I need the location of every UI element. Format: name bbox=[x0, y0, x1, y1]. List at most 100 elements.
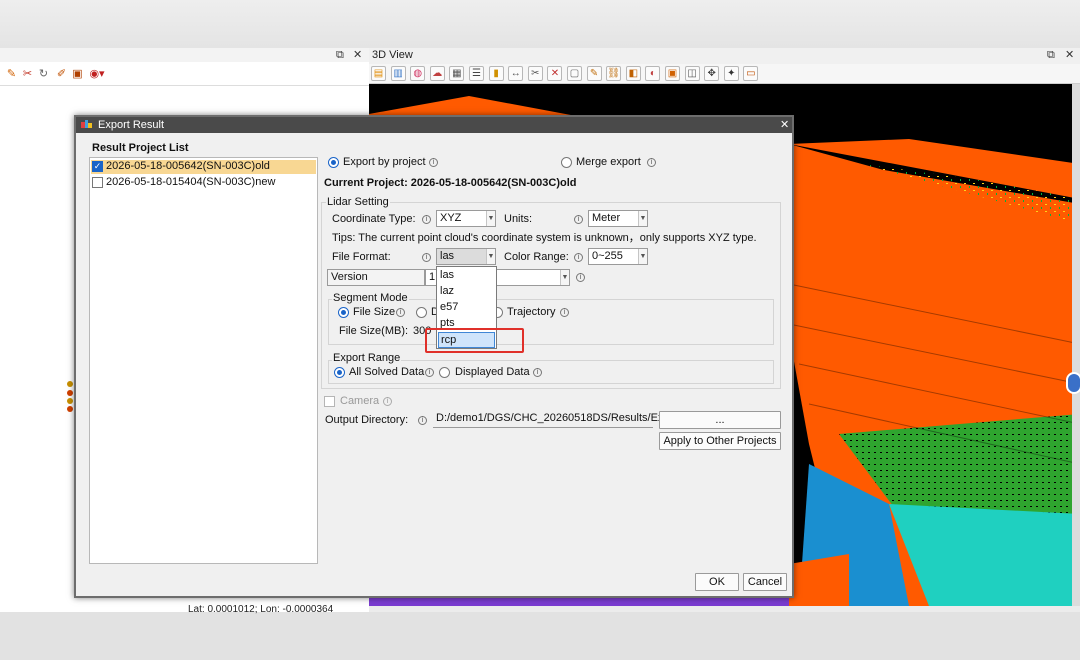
version-label: Version bbox=[331, 271, 368, 283]
merge-export-label: Merge export bbox=[576, 156, 641, 168]
ruler-icon[interactable]: ↔ bbox=[508, 66, 524, 81]
merge-export-radio[interactable] bbox=[561, 157, 572, 168]
file-size-label: File Size bbox=[353, 306, 396, 318]
close-icon[interactable]: ✕ bbox=[1065, 49, 1074, 61]
file-format-label: File Format: bbox=[332, 251, 391, 263]
units-label: Units: bbox=[504, 213, 533, 225]
checkbox-icon[interactable] bbox=[92, 177, 103, 188]
eye-icon[interactable]: ◉▾ bbox=[88, 68, 106, 81]
project-name: 2026-05-18-005642(SN-003C)old bbox=[106, 160, 270, 172]
cross-icon[interactable]: ✕ bbox=[547, 66, 563, 81]
cloud-icon[interactable]: ☁ bbox=[429, 66, 445, 81]
camera-icon[interactable]: ▭ bbox=[743, 66, 759, 81]
cut-icon[interactable]: ✂ bbox=[527, 66, 543, 81]
coordinate-type-select[interactable]: XYZ ▼ bbox=[436, 210, 496, 227]
format-option-las[interactable]: las bbox=[438, 268, 495, 284]
info-icon: i bbox=[383, 397, 392, 406]
target-icon[interactable]: ✥ bbox=[704, 66, 720, 81]
color-range-select[interactable]: 0~255 ▼ bbox=[588, 248, 648, 265]
format-option-e57[interactable]: e57 bbox=[438, 300, 495, 316]
export-range-title: Export Range bbox=[332, 352, 402, 364]
dialog-titlebar: Export Result ✕ bbox=[76, 117, 792, 133]
coordinate-type-value: XYZ bbox=[440, 212, 462, 224]
grid-icon[interactable]: ▦ bbox=[449, 66, 465, 81]
coordinate-type-label: Coordinate Type: bbox=[332, 213, 416, 225]
image-icon[interactable]: ▣ bbox=[71, 68, 84, 81]
chevron-down-icon: ▼ bbox=[560, 270, 569, 285]
color-wheel-icon[interactable]: ◍ bbox=[410, 66, 426, 81]
view-scrollbar[interactable] bbox=[1072, 84, 1080, 606]
layers-icon[interactable]: ▤ bbox=[371, 66, 386, 81]
output-directory-input[interactable]: D:/demo1/DGS/CHC_20260518DS/Results/Ex bbox=[433, 411, 663, 428]
file-format-value: las bbox=[440, 250, 455, 262]
refresh-icon[interactable]: ↻ bbox=[37, 68, 50, 81]
edit-icon[interactable]: ✐ bbox=[55, 68, 68, 81]
file-size-mb-label: File Size(MB): bbox=[339, 325, 409, 337]
info-icon: i bbox=[418, 416, 427, 425]
output-directory-value: D:/demo1/DGS/CHC_20260518DS/Results/Ex bbox=[436, 412, 664, 424]
version-field: Version bbox=[327, 269, 425, 286]
segment-mode-title: Segment Mode bbox=[332, 292, 409, 304]
info-icon: i bbox=[533, 368, 542, 377]
float-icon[interactable]: ⧉ bbox=[1047, 49, 1055, 61]
dialog-title: Export Result bbox=[98, 119, 165, 131]
apply-other-projects-button[interactable]: Apply to Other Projects bbox=[659, 432, 781, 450]
chevron-down-icon: ▼ bbox=[486, 249, 495, 264]
project-item[interactable]: ✓ 2026-05-18-005642(SN-003C)old bbox=[91, 160, 316, 174]
file-format-select[interactable]: las ▼ bbox=[436, 248, 496, 265]
crop-icon[interactable]: ▢ bbox=[567, 66, 582, 81]
displayed-data-label: Displayed Data bbox=[455, 366, 530, 378]
chevron-down-icon: ▼ bbox=[638, 249, 647, 264]
trajectory-label: Trajectory bbox=[507, 306, 556, 318]
navigation-widget-icon[interactable] bbox=[1066, 372, 1080, 394]
displayed-data-radio[interactable] bbox=[439, 367, 450, 378]
info-icon: i bbox=[574, 215, 583, 224]
close-icon[interactable]: ✕ bbox=[353, 49, 362, 61]
annotation-highlight-box bbox=[425, 328, 524, 353]
export-by-project-radio[interactable] bbox=[328, 157, 339, 168]
settings-icon[interactable]: ◐ bbox=[645, 66, 661, 81]
project-name: 2026-05-18-015404(SN-003C)new bbox=[106, 176, 276, 188]
palette-icon[interactable]: ▮ bbox=[488, 66, 504, 81]
float-icon[interactable]: ⧉ bbox=[336, 49, 344, 61]
info-icon: i bbox=[429, 158, 438, 167]
brush-icon[interactable]: ✎ bbox=[586, 66, 602, 81]
browse-button[interactable]: ... bbox=[659, 411, 781, 429]
color-range-label: Color Range: bbox=[504, 251, 569, 263]
file-size-radio[interactable] bbox=[338, 307, 349, 318]
box-icon[interactable]: ▣ bbox=[665, 66, 680, 81]
tips-text: Tips: The current point cloud's coordina… bbox=[332, 232, 757, 244]
all-solved-label: All Solved Data bbox=[349, 366, 425, 378]
close-icon[interactable]: ✕ bbox=[780, 118, 789, 131]
map-marker-group bbox=[66, 380, 74, 414]
cancel-button[interactable]: Cancel bbox=[743, 573, 787, 591]
format-option-laz[interactable]: laz bbox=[438, 284, 495, 300]
project-list: ✓ 2026-05-18-005642(SN-003C)old 2026-05-… bbox=[89, 157, 318, 564]
brush-icon[interactable]: ✎ bbox=[5, 68, 18, 81]
checkbox-checked-icon[interactable]: ✓ bbox=[92, 161, 103, 172]
cube-icon[interactable]: ◧ bbox=[625, 66, 641, 81]
filter-icon[interactable]: ☰ bbox=[469, 66, 484, 81]
info-icon: i bbox=[574, 253, 583, 262]
top-backdrop bbox=[0, 0, 1080, 48]
ok-button[interactable]: OK bbox=[695, 573, 739, 591]
camera-checkbox[interactable] bbox=[324, 396, 335, 407]
left-toolbar: ✎ ✂ ↻ ✐ ▣ ◉▾ bbox=[0, 64, 369, 86]
units-select[interactable]: Meter ▼ bbox=[588, 210, 648, 227]
square-icon[interactable]: ◫ bbox=[684, 66, 700, 81]
bottom-backdrop bbox=[0, 612, 1080, 660]
all-solved-radio[interactable] bbox=[334, 367, 345, 378]
scissors-icon[interactable]: ✂ bbox=[21, 68, 34, 81]
project-item[interactable]: 2026-05-18-015404(SN-003C)new bbox=[91, 176, 316, 190]
camera-label: Camera bbox=[340, 395, 380, 407]
info-icon: i bbox=[422, 253, 431, 262]
status-coordinates: Lat: 0.0001012; Lon: -0.0000364 bbox=[188, 604, 334, 615]
d-option-radio[interactable] bbox=[416, 307, 427, 318]
link-icon[interactable]: ⛓ bbox=[606, 66, 622, 81]
walk-icon[interactable]: ✦ bbox=[723, 66, 739, 81]
units-value: Meter bbox=[592, 212, 621, 224]
info-icon: i bbox=[560, 308, 569, 317]
export-by-project-label: Export by project bbox=[343, 156, 426, 168]
info-icon: i bbox=[647, 158, 656, 167]
bar-chart-icon[interactable]: ▥ bbox=[390, 66, 406, 81]
